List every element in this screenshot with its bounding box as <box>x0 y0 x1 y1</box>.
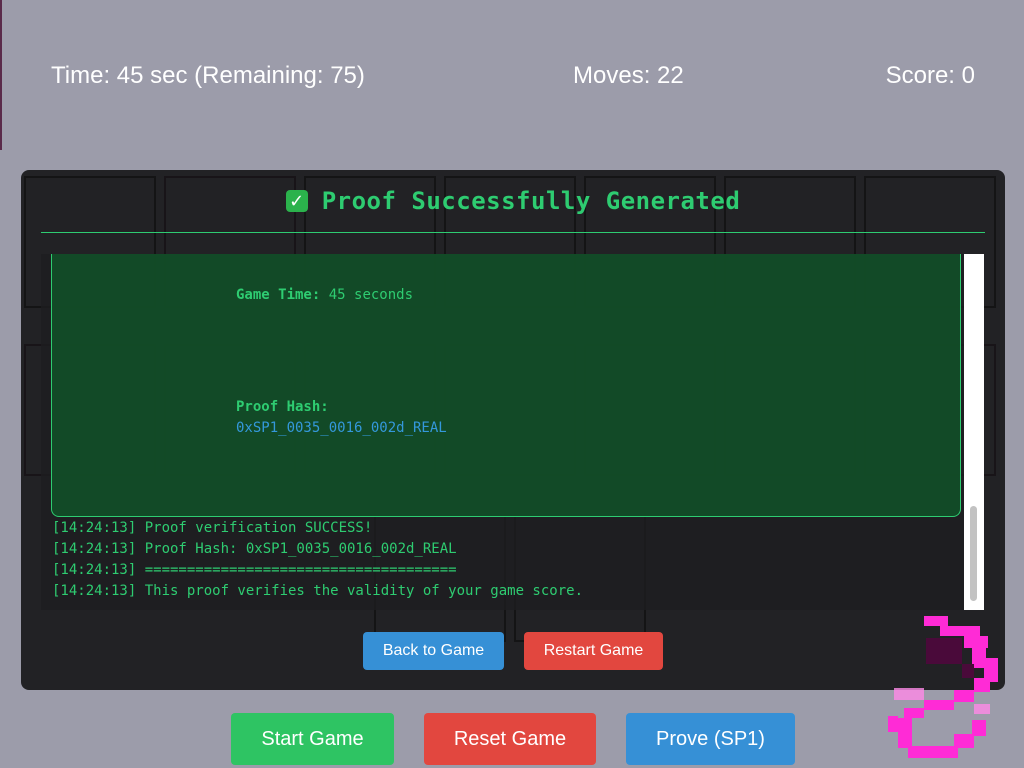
proof-log-panel[interactable]: Game Time: 45 seconds Proof Hash: 0xSP1_… <box>41 254 984 610</box>
score-display: Score: 0 <box>885 62 975 89</box>
game-time-row: Game Time: 45 seconds <box>236 286 413 304</box>
proof-hash-label: Proof Hash: <box>236 399 329 415</box>
reset-game-button[interactable]: Reset Game <box>424 713 596 765</box>
proof-hash-value: 0xSP1_0035_0016_002d_REAL <box>236 420 447 436</box>
back-to-game-button[interactable]: Back to Game <box>363 632 504 670</box>
game-time-label: Game Time: <box>236 287 321 303</box>
restart-game-button[interactable]: Restart Game <box>524 632 663 670</box>
left-edge-line <box>0 0 2 150</box>
log-line: [14:24:13] This proof verifies the valid… <box>52 583 584 599</box>
log-line: [14:24:13] Proof verification SUCCESS! <box>52 520 373 536</box>
proof-modal: ✓ Proof Successfully Generated Game Time… <box>21 170 1005 690</box>
log-line: [14:24:13] =============================… <box>52 562 457 578</box>
game-time-value: 45 seconds <box>328 287 414 303</box>
time-display: Time: 45 sec (Remaining: 75) <box>51 62 365 89</box>
scrollbar-thumb[interactable] <box>970 506 977 601</box>
moves-display: Moves: 22 <box>573 62 684 89</box>
log-scrollbar[interactable] <box>964 254 984 610</box>
pixel-art-decoration <box>888 616 998 758</box>
check-mark-icon: ✓ <box>285 190 308 212</box>
log-line: [14:24:13] Proof Hash: 0xSP1_0035_0016_0… <box>52 541 457 557</box>
modal-header: ✓ Proof Successfully Generated <box>41 170 985 233</box>
prove-sp1-button[interactable]: Prove (SP1) <box>626 713 795 765</box>
modal-title: Proof Successfully Generated <box>321 187 741 215</box>
start-game-button[interactable]: Start Game <box>231 713 394 765</box>
proof-summary-card: Game Time: 45 seconds Proof Hash: 0xSP1_… <box>51 254 961 517</box>
